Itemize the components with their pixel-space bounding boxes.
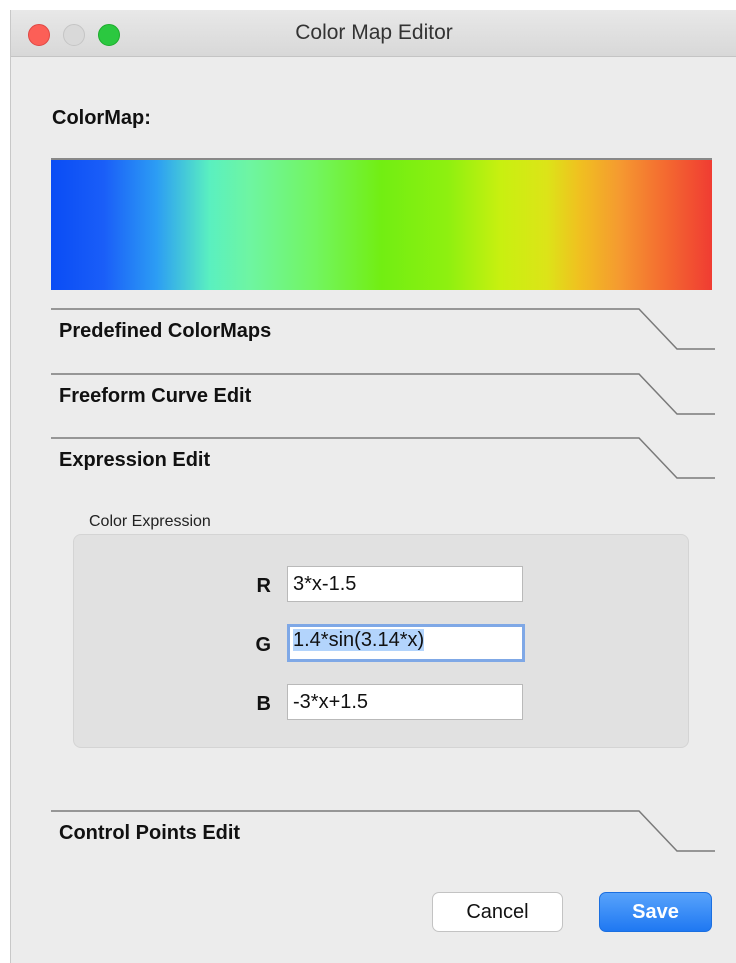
color-map-editor-window: Color Map Editor ColorMap: Predefined Co… <box>10 10 736 963</box>
colormap-preview <box>51 158 712 290</box>
g-label: G <box>255 634 271 656</box>
cancel-button[interactable]: Cancel <box>432 892 563 932</box>
colormap-label: ColorMap: <box>52 107 151 129</box>
b-expression-input[interactable] <box>287 684 523 720</box>
g-expression-text: 1.4*sin(3.14*x) <box>293 629 425 651</box>
section-label: Predefined ColorMaps <box>59 320 272 342</box>
section-expression-edit[interactable]: Expression Edit <box>51 437 715 481</box>
title-bar[interactable]: Color Map Editor <box>11 10 736 57</box>
section-control-points-edit[interactable]: Control Points Edit <box>51 810 715 854</box>
r-label: R <box>256 575 271 597</box>
section-label: Control Points Edit <box>59 822 241 844</box>
r-expression-input[interactable] <box>287 566 523 602</box>
window-title: Color Map Editor <box>295 21 453 44</box>
section-predefined-colormaps[interactable]: Predefined ColorMaps <box>51 308 715 352</box>
color-expression-label: Color Expression <box>89 513 211 530</box>
section-freeform-curve-edit[interactable]: Freeform Curve Edit <box>51 373 715 417</box>
g-expression-input[interactable]: 1.4*sin(3.14*x) <box>287 624 525 662</box>
section-label: Expression Edit <box>59 449 211 471</box>
save-button[interactable]: Save <box>599 892 712 932</box>
section-label: Freeform Curve Edit <box>59 385 252 407</box>
b-label: B <box>256 693 271 715</box>
